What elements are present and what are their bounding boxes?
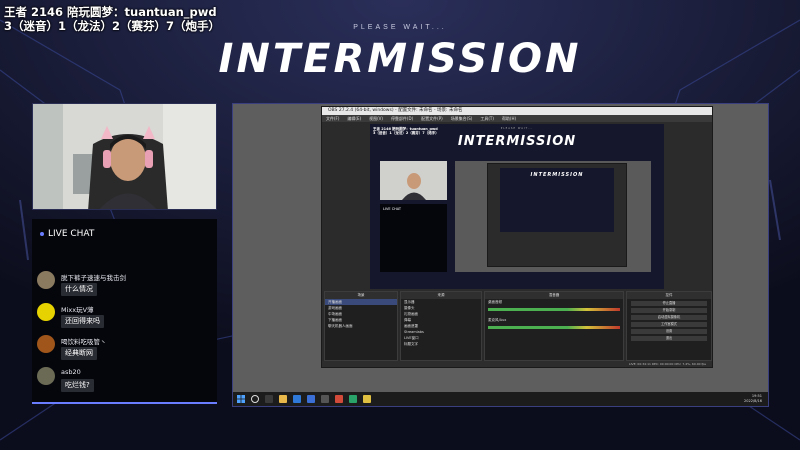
nested-obs-window: INTERMISSION xyxy=(487,163,627,267)
menu-tools[interactable]: 工具(T) xyxy=(480,116,494,121)
edge-browser-icon[interactable] xyxy=(293,395,301,403)
screen-capture: OBS 27.2.4 (64-bit, windows) - 配置文件: 未命名… xyxy=(232,103,769,407)
chat-header-label: LIVE CHAT xyxy=(48,229,95,239)
preview-chat-label: LIVE CHAT xyxy=(383,207,402,211)
windows-taskbar: 19:51 2022/8/16 xyxy=(233,392,768,406)
nested-obs-preview: INTERMISSION xyxy=(500,168,614,232)
obs-preview: 王者 2146 陪玩圆梦：tuantuan_pwd 3（迷音）1（龙法）2（赛芬… xyxy=(370,124,664,289)
webcam-feed xyxy=(32,103,217,210)
file-explorer-icon[interactable] xyxy=(279,395,287,403)
start-recording-button[interactable]: 开始录制 xyxy=(631,308,707,313)
obs-titlebar: OBS 27.2.4 (64-bit, windows) - 配置文件: 未命名… xyxy=(322,107,712,115)
mixer-channel-label: 桌面音频 xyxy=(488,300,502,304)
nested-preview-title: INTERMISSION xyxy=(530,172,584,178)
preview-screen-capture: INTERMISSION xyxy=(455,161,651,272)
menu-help[interactable]: 帮助(H) xyxy=(502,116,516,121)
menu-docks[interactable]: 停靠部件(D) xyxy=(391,116,413,121)
avatar xyxy=(37,335,55,353)
exit-button[interactable]: 退出 xyxy=(631,336,707,341)
controls-dock-header: 控件 xyxy=(627,292,711,299)
mixer-dock: 混音器 桌面音频 麦克风/Aux xyxy=(484,291,624,361)
obs-status-bar: LIVE: 00:34:11 REC: 00:00:00 CPU: 7.4%, … xyxy=(322,361,712,367)
avatar xyxy=(37,303,55,321)
chat-message-text: 什么情况 xyxy=(61,283,97,296)
obs-window: OBS 27.2.4 (64-bit, windows) - 配置文件: 未命名… xyxy=(321,106,713,368)
mixer-volume-meter[interactable] xyxy=(488,308,620,311)
menu-scene-collection[interactable]: 场景集合(S) xyxy=(451,116,473,121)
obs-menubar: 文件(F) 编辑(E) 视图(V) 停靠部件(D) 配置文件(P) 场景集合(S) 工具(T… xyxy=(322,115,712,122)
live-chat-panel: LIVE CHAT 脱下裤子速速与我击剑 什么情况 Mixx玩V薄 还回得来吗 … xyxy=(32,219,217,404)
taskbar-clock[interactable]: 19:51 2022/8/16 xyxy=(744,394,762,403)
preview-webcam-image xyxy=(380,161,447,200)
menu-file[interactable]: 文件(F) xyxy=(326,116,339,121)
studio-mode-button[interactable]: 工作室模式 xyxy=(631,322,707,327)
preview-chat: LIVE CHAT xyxy=(380,204,447,272)
mixer-dock-header: 混音器 xyxy=(485,292,623,299)
chat-username: Mixx玩V薄 xyxy=(61,306,94,314)
please-wait-subtitle: PLEASE WAIT... xyxy=(353,24,447,31)
obs-app-icon[interactable] xyxy=(321,395,329,403)
sources-dock-header: 来源 xyxy=(401,292,481,299)
mixer-channel-label: 麦克风/Aux xyxy=(488,318,507,322)
chat-username: 脱下裤子速速与我击剑 xyxy=(61,274,126,282)
scene-item[interactable]: 聊天机器人画面 xyxy=(325,323,397,329)
virtual-camera-button[interactable]: 启动虚拟摄像机 xyxy=(631,315,707,320)
store-icon[interactable] xyxy=(307,395,315,403)
stop-streaming-button[interactable]: 停止直播 xyxy=(631,301,707,306)
chat-message: 喝饮料吃吸管丶 经典断网 xyxy=(37,335,212,365)
task-view-icon[interactable] xyxy=(265,395,273,403)
app-icon[interactable] xyxy=(335,395,343,403)
avatar xyxy=(37,271,55,289)
avatar xyxy=(37,367,55,385)
chat-message-text: 经典断网 xyxy=(61,347,97,360)
obs-docks: 场景 开播画面 游戏画面 中场画面 下播画面 聊天机器人画面 来源 显示器 摄像… xyxy=(322,291,712,361)
intermission-title: INTERMISSION xyxy=(218,36,582,82)
chat-message: Mixx玩V薄 还回得来吗 xyxy=(37,303,212,333)
settings-button[interactable]: 设置 xyxy=(631,329,707,334)
taskbar-date: 2022/8/16 xyxy=(744,398,762,403)
windows-start-icon[interactable] xyxy=(237,395,245,403)
app-icon[interactable] xyxy=(363,395,371,403)
chat-message-text: 还回得来吗 xyxy=(61,315,104,328)
preview-webcam xyxy=(380,161,447,200)
source-item[interactable]: 标题文字 xyxy=(401,341,481,347)
webcam-image xyxy=(33,104,216,209)
sources-dock: 来源 显示器 摄像头 礼物画面 弹幕 画面遮罩 Streamlabs LIVE窗… xyxy=(400,291,482,361)
preview-subtitle: PLEASE WAIT... xyxy=(500,127,534,130)
chat-header: LIVE CHAT xyxy=(40,229,94,239)
search-icon[interactable] xyxy=(251,395,259,403)
preview-title: INTERMISSION xyxy=(457,134,577,149)
mixer-volume-meter[interactable] xyxy=(488,326,620,329)
app-icon[interactable] xyxy=(349,395,357,403)
controls-dock: 控件 停止直播 开始录制 启动虚拟摄像机 工作室模式 设置 退出 xyxy=(626,291,712,361)
menu-edit[interactable]: 编辑(E) xyxy=(347,116,361,121)
chat-username: asb20 xyxy=(61,368,81,376)
menu-view[interactable]: 视图(V) xyxy=(369,116,383,121)
scenes-dock: 场景 开播画面 游戏画面 中场画面 下播画面 聊天机器人画面 xyxy=(324,291,398,361)
menu-profile[interactable]: 配置文件(P) xyxy=(421,116,443,121)
live-dot-icon xyxy=(40,231,44,236)
chat-message: asb20 吃烂钱? xyxy=(37,367,212,397)
chat-message-text: 吃烂钱? xyxy=(61,379,94,392)
chat-message: 脱下裤子速速与我击剑 什么情况 xyxy=(37,271,212,301)
scenes-dock-header: 场景 xyxy=(325,292,397,299)
chat-username: 喝饮料吃吸管丶 xyxy=(61,338,107,346)
